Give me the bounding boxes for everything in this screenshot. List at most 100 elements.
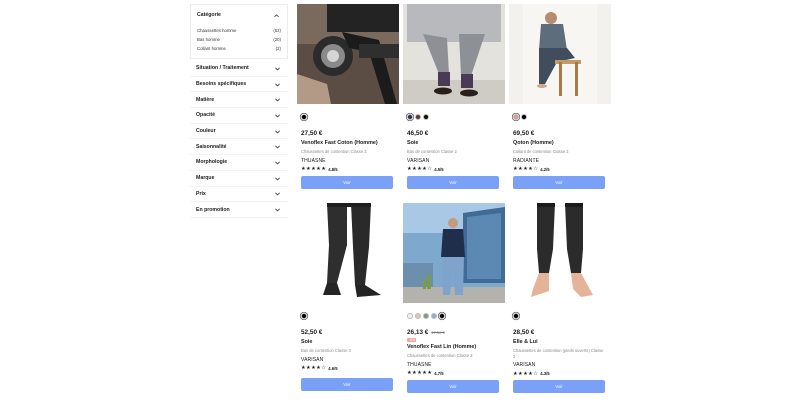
product-description: Chaussettes de contention (pieds ouverts… bbox=[513, 348, 604, 359]
chevron-down-icon[interactable] bbox=[273, 142, 282, 151]
facet-marque[interactable]: Marque bbox=[190, 171, 288, 187]
category-option-count: (20) bbox=[273, 37, 281, 42]
chevron-down-icon[interactable] bbox=[273, 95, 282, 104]
facet-label: Couleur bbox=[196, 128, 216, 135]
product-old-price: 27,50 € bbox=[431, 329, 445, 335]
product-image[interactable] bbox=[297, 4, 399, 104]
color-swatch-sand[interactable] bbox=[415, 313, 421, 319]
star-rating-icons: ★★★★☆ bbox=[407, 166, 433, 173]
product-card[interactable]: 52,50 € Soie Bas de contention Classe 3 … bbox=[297, 203, 399, 391]
product-price: 46,50 € bbox=[407, 129, 429, 137]
color-swatches bbox=[301, 313, 399, 319]
product-image[interactable] bbox=[297, 203, 399, 303]
product-brand: VARISAN bbox=[301, 356, 324, 363]
category-option-label: Chaussettes homme bbox=[197, 28, 237, 33]
facet-promotion[interactable]: En promotion bbox=[190, 202, 288, 218]
color-swatch-green[interactable] bbox=[423, 313, 429, 319]
product-price: 69,50 € bbox=[513, 129, 535, 137]
product-image[interactable] bbox=[509, 4, 611, 104]
color-swatch-blue[interactable] bbox=[431, 313, 437, 319]
product-image[interactable] bbox=[403, 203, 505, 303]
facet-matiere[interactable]: Matière bbox=[190, 92, 288, 109]
star-rating-icons: ★★★★★ bbox=[301, 166, 327, 173]
facet-label: Situation / Traitement bbox=[196, 65, 249, 72]
star-rating-icons: ★★★★★ bbox=[407, 370, 433, 377]
product-description: Chaussettes de contention Classe 2 bbox=[407, 353, 473, 358]
chevron-up-icon[interactable] bbox=[272, 11, 281, 20]
product-image[interactable] bbox=[509, 203, 611, 303]
facet-couleur[interactable]: Couleur bbox=[190, 124, 288, 140]
facet-label: Matière bbox=[196, 96, 215, 103]
category-option-collant[interactable]: Collant homme (2) bbox=[197, 44, 281, 53]
color-swatch-black[interactable] bbox=[521, 114, 527, 120]
product-brand: THUASNE bbox=[407, 361, 432, 368]
category-option-label: Bas homme bbox=[197, 37, 220, 42]
facet-opacite[interactable]: Opacité bbox=[190, 108, 288, 124]
product-name[interactable]: Venoflex Fast Lin (Homme) bbox=[407, 344, 505, 352]
color-swatch-purple[interactable] bbox=[407, 114, 413, 120]
product-price: 26,13 € bbox=[407, 328, 429, 336]
color-swatch-black[interactable] bbox=[423, 114, 429, 120]
product-rating: ★★★★☆ 4.6/5 bbox=[301, 365, 399, 372]
chevron-down-icon[interactable] bbox=[273, 189, 282, 198]
facet-situation[interactable]: Situation / Traitement bbox=[190, 61, 288, 77]
facet-label: Morphologie bbox=[196, 159, 228, 166]
product-name[interactable]: Soie bbox=[407, 140, 505, 148]
product-description: Bas de contention Classe 2 bbox=[407, 149, 457, 154]
color-swatch-black[interactable] bbox=[439, 313, 445, 319]
category-option-count: (2) bbox=[275, 46, 281, 51]
view-product-button[interactable]: Voir bbox=[407, 175, 499, 189]
view-product-button[interactable]: Voir bbox=[513, 175, 605, 189]
view-product-button[interactable]: Voir bbox=[301, 175, 393, 189]
view-product-button[interactable]: Voir bbox=[513, 380, 605, 394]
filter-sidebar: Catégorie Chaussettes homme (62) Bas hom… bbox=[190, 4, 288, 218]
product-rating: ★★★★★ 4.8/5 bbox=[301, 166, 399, 173]
category-option-count: (62) bbox=[273, 28, 281, 33]
category-option-bas[interactable]: Bas homme (20) bbox=[197, 35, 281, 44]
rating-value: 4.6/5 bbox=[328, 365, 338, 371]
product-name[interactable]: Elle & Lui bbox=[513, 339, 611, 347]
color-swatch-black[interactable] bbox=[513, 313, 519, 319]
facet-saisonnalite[interactable]: Saisonnalité bbox=[190, 139, 288, 156]
product-price: 28,50 € bbox=[513, 328, 535, 336]
facet-prix[interactable]: Prix bbox=[190, 187, 288, 203]
color-swatches bbox=[407, 313, 505, 319]
product-name[interactable]: Venoflex Fast Coton (Homme) bbox=[301, 140, 399, 148]
facet-besoins[interactable]: Besoins spécifiques bbox=[190, 77, 288, 93]
facet-list: Situation / Traitement Besoins spécifiqu… bbox=[190, 61, 288, 218]
chevron-down-icon[interactable] bbox=[273, 80, 282, 89]
category-option-chaussettes[interactable]: Chaussettes homme (62) bbox=[197, 26, 281, 35]
chevron-down-icon[interactable] bbox=[273, 158, 282, 167]
product-card[interactable]: 46,50 € Soie Bas de contention Classe 2 … bbox=[403, 4, 505, 189]
product-price: 52,50 € bbox=[301, 328, 323, 336]
chevron-down-icon[interactable] bbox=[273, 205, 282, 214]
color-swatch-black[interactable] bbox=[301, 114, 307, 120]
rating-value: 4.7/5 bbox=[434, 370, 444, 376]
product-brand: VARISAN bbox=[407, 157, 430, 164]
color-swatches bbox=[301, 114, 399, 120]
rating-value: 4.2/5 bbox=[540, 166, 550, 172]
color-swatch-beige[interactable] bbox=[513, 114, 519, 120]
view-product-button[interactable]: Voir bbox=[301, 377, 393, 391]
product-card[interactable]: 28,50 € Elle & Lui Chaussettes de conten… bbox=[509, 203, 611, 394]
category-option-label: Collant homme bbox=[197, 46, 226, 51]
chevron-down-icon[interactable] bbox=[273, 111, 282, 120]
chevron-down-icon[interactable] bbox=[273, 174, 282, 183]
product-card[interactable]: 26,13 € 27,50 € -5% Venoflex Fast Lin (H… bbox=[403, 203, 505, 393]
product-image[interactable] bbox=[403, 4, 505, 104]
facet-morphologie[interactable]: Morphologie bbox=[190, 155, 288, 171]
chevron-down-icon[interactable] bbox=[273, 127, 282, 136]
product-brand: VARISAN bbox=[513, 362, 536, 369]
color-swatch-black[interactable] bbox=[301, 313, 307, 319]
product-name[interactable]: Qoton (Homme) bbox=[513, 140, 611, 148]
star-rating-icons: ★★★★☆ bbox=[513, 370, 539, 377]
color-swatch-white[interactable] bbox=[407, 313, 413, 319]
color-swatch-brown[interactable] bbox=[415, 114, 421, 120]
product-card[interactable]: 69,50 € Qoton (Homme) Collant de content… bbox=[509, 4, 611, 189]
product-brand: THUASNE bbox=[301, 157, 326, 164]
category-filter-header[interactable]: Catégorie bbox=[197, 9, 281, 21]
product-card[interactable]: 27,50 € Venoflex Fast Coton (Homme) Chau… bbox=[297, 4, 399, 189]
product-name[interactable]: Soie bbox=[301, 339, 399, 347]
view-product-button[interactable]: Voir bbox=[407, 379, 499, 393]
chevron-down-icon[interactable] bbox=[273, 64, 282, 73]
